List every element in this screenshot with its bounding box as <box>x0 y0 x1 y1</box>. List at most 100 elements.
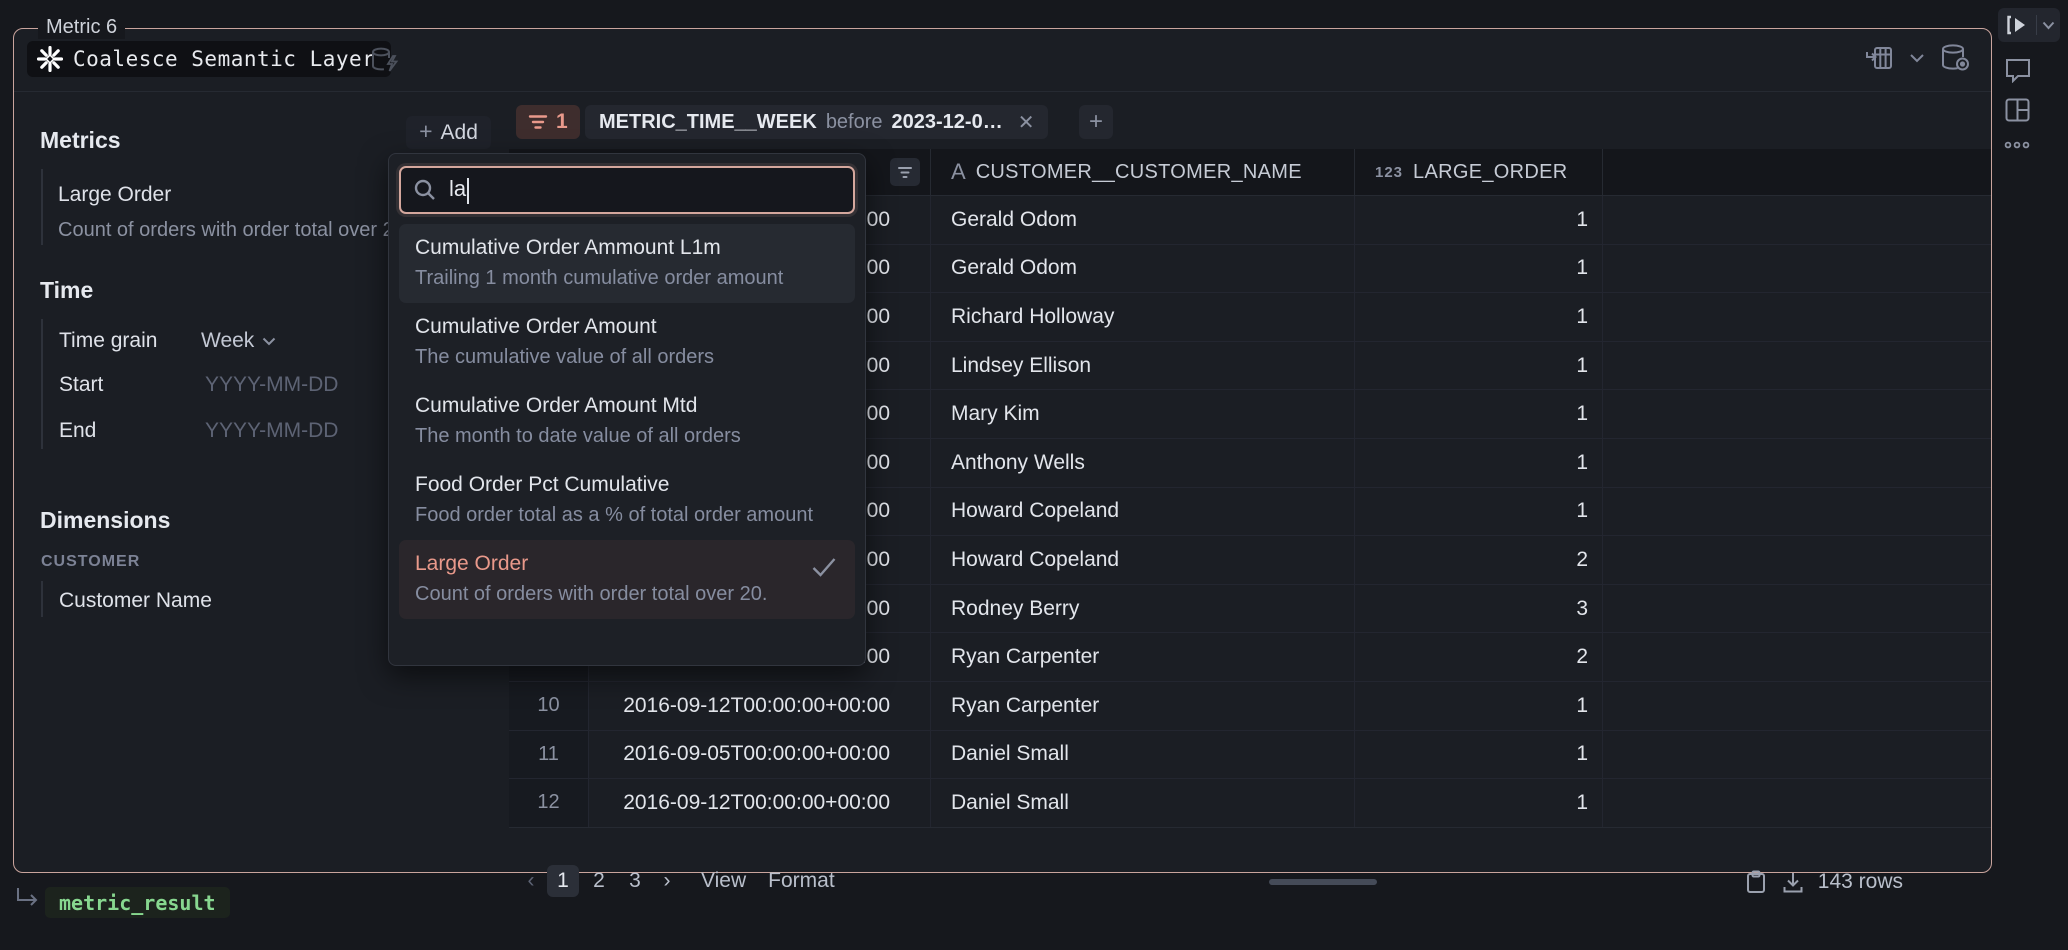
coalesce-badge: Coalesce Semantic Layer <box>27 41 391 77</box>
table-row[interactable]: 10 2016-09-12T00:00:00+00:00 Ryan Carpen… <box>509 682 1991 731</box>
badge-label: Coalesce Semantic Layer <box>73 47 375 71</box>
customer-name-cell[interactable]: Howard Copeland <box>931 488 1355 536</box>
customer-name-cell[interactable]: Ryan Carpenter <box>931 682 1355 730</box>
filter-lines-icon <box>528 114 548 130</box>
database-preview-icon[interactable] <box>1939 43 1973 73</box>
run-options-chevron-icon[interactable] <box>2037 21 2060 30</box>
more-options-icon[interactable] <box>2004 141 2030 149</box>
filter-value: 2023-12-0… <box>892 111 1003 134</box>
page-button[interactable]: 2 <box>583 865 615 897</box>
view-button[interactable]: View <box>701 869 746 893</box>
filter-count-chip[interactable]: 1 <box>516 105 580 139</box>
copy-icon[interactable] <box>1744 869 1768 895</box>
metric-option[interactable]: Food Order Pct Cumulative Food order tot… <box>399 461 855 540</box>
previous-page-icon[interactable]: ‹ <box>519 865 543 897</box>
customer-name-cell[interactable]: Rodney Berry <box>931 585 1355 633</box>
large-order-cell[interactable]: 1 <box>1355 682 1603 730</box>
horizontal-scrollbar[interactable] <box>1269 879 1377 885</box>
next-page-icon[interactable]: › <box>655 865 679 897</box>
add-filter-button[interactable]: + <box>1079 105 1113 139</box>
page-button[interactable]: 3 <box>619 865 651 897</box>
time-grain-select[interactable]: Week <box>201 329 276 353</box>
large-order-cell[interactable]: 1 <box>1355 293 1603 341</box>
run-cell-icon[interactable] <box>1998 15 2036 35</box>
layout-columns-icon[interactable] <box>2004 97 2031 123</box>
dimension-name[interactable]: Customer Name <box>59 589 212 613</box>
customer-name-cell[interactable]: Gerald Odom <box>931 196 1355 244</box>
filter-operator: before <box>826 111 883 134</box>
end-date-input[interactable]: YYYY-MM-DD <box>205 419 338 443</box>
move-to-table-icon[interactable] <box>1865 44 1895 72</box>
filter-pill[interactable]: METRIC_TIME__WEEK before 2023-12-0… ✕ <box>585 105 1048 139</box>
selected-metric-name[interactable]: Large Order <box>58 183 171 207</box>
metric-search-input[interactable]: la <box>399 166 855 214</box>
metric-option[interactable]: Cumulative Order Ammount L1m Trailing 1 … <box>399 224 855 303</box>
large-order-cell[interactable]: 2 <box>1355 633 1603 681</box>
table-row[interactable]: 12 2016-09-12T00:00:00+00:00 Daniel Smal… <box>509 779 1991 828</box>
large-order-header[interactable]: 123 LARGE_ORDER <box>1355 149 1603 195</box>
empty-cell <box>1603 196 1991 244</box>
customer-name-cell[interactable]: Howard Copeland <box>931 536 1355 584</box>
large-order-cell[interactable]: 1 <box>1355 488 1603 536</box>
result-variable-pill[interactable]: metric_result <box>45 887 230 918</box>
customer-name-cell[interactable]: Mary Kim <box>931 390 1355 438</box>
large-order-cell[interactable]: 2 <box>1355 536 1603 584</box>
metric-option[interactable]: Large Order Count of orders with order t… <box>399 540 855 619</box>
customer-name-cell[interactable]: Daniel Small <box>931 779 1355 827</box>
semantic-source-icon[interactable] <box>368 44 400 76</box>
page-list: 123 <box>547 865 651 897</box>
customer-name-cell[interactable]: Gerald Odom <box>931 245 1355 293</box>
metric-time-cell[interactable]: 2016-09-05T00:00:00+00:00 <box>589 731 931 779</box>
page-button[interactable]: 1 <box>547 865 579 897</box>
time-grain-value: Week <box>201 329 254 353</box>
row-count-label: 143 rows <box>1818 870 1903 894</box>
large-order-cell[interactable]: 1 <box>1355 439 1603 487</box>
empty-cell <box>1603 633 1991 681</box>
large-order-cell[interactable]: 1 <box>1355 196 1603 244</box>
metric-option-description: The cumulative value of all orders <box>415 346 839 369</box>
download-icon[interactable] <box>1781 870 1805 895</box>
large-order-cell[interactable]: 1 <box>1355 390 1603 438</box>
remove-filter-icon[interactable]: ✕ <box>1018 110 1035 135</box>
customer-name-cell[interactable]: Ryan Carpenter <box>931 633 1355 681</box>
empty-cell <box>1603 779 1991 827</box>
chevron-down-icon[interactable] <box>1909 53 1925 63</box>
large-order-cell[interactable]: 1 <box>1355 779 1603 827</box>
customer-name-cell[interactable]: Lindsey Ellison <box>931 342 1355 390</box>
time-indent-line <box>41 319 43 449</box>
start-date-input[interactable]: YYYY-MM-DD <box>205 373 338 397</box>
large-order-cell[interactable]: 1 <box>1355 731 1603 779</box>
add-metric-button[interactable]: + Add <box>406 116 491 149</box>
metric-option[interactable]: Cumulative Order Amount Mtd The month to… <box>399 382 855 461</box>
text-cursor <box>467 178 469 204</box>
large-order-cell[interactable]: 1 <box>1355 342 1603 390</box>
coalesce-logo-icon <box>37 46 63 72</box>
metric-option-description: The month to date value of all orders <box>415 425 839 448</box>
empty-cell <box>1603 293 1991 341</box>
table-row[interactable]: 11 2016-09-05T00:00:00+00:00 Daniel Smal… <box>509 731 1991 780</box>
row-number-cell: 10 <box>509 682 589 730</box>
dimension-group-label: CUSTOMER <box>41 553 140 571</box>
dimensions-heading: Dimensions <box>40 507 170 534</box>
metric-option-title: Large Order <box>415 552 839 576</box>
metric-option-title: Cumulative Order Amount <box>415 315 839 339</box>
customer-name-cell[interactable]: Daniel Small <box>931 731 1355 779</box>
large-order-cell[interactable]: 1 <box>1355 245 1603 293</box>
customer-name-cell[interactable]: Richard Holloway <box>931 293 1355 341</box>
column-filter-icon[interactable] <box>890 158 920 186</box>
output-arrow-icon <box>14 886 40 910</box>
header-divider <box>14 91 1991 92</box>
format-button[interactable]: Format <box>768 869 835 893</box>
time-grain-label: Time grain <box>59 329 157 353</box>
metric-option[interactable]: Cumulative Order Amount The cumulative v… <box>399 303 855 382</box>
metric-cell-card: Metric 6 Coalesce Semantic Layer <box>13 28 1992 873</box>
empty-cell <box>1603 390 1991 438</box>
customer-name-cell[interactable]: Anthony Wells <box>931 439 1355 487</box>
customer-name-header[interactable]: A CUSTOMER__CUSTOMER_NAME <box>931 149 1355 195</box>
metric-time-cell[interactable]: 2016-09-12T00:00:00+00:00 <box>589 682 931 730</box>
metric-time-cell[interactable]: 2016-09-12T00:00:00+00:00 <box>589 779 931 827</box>
large-order-cell[interactable]: 3 <box>1355 585 1603 633</box>
row-number-cell: 12 <box>509 779 589 827</box>
comment-icon[interactable] <box>2004 56 2032 83</box>
table-info: 143 rows <box>1744 869 1903 895</box>
